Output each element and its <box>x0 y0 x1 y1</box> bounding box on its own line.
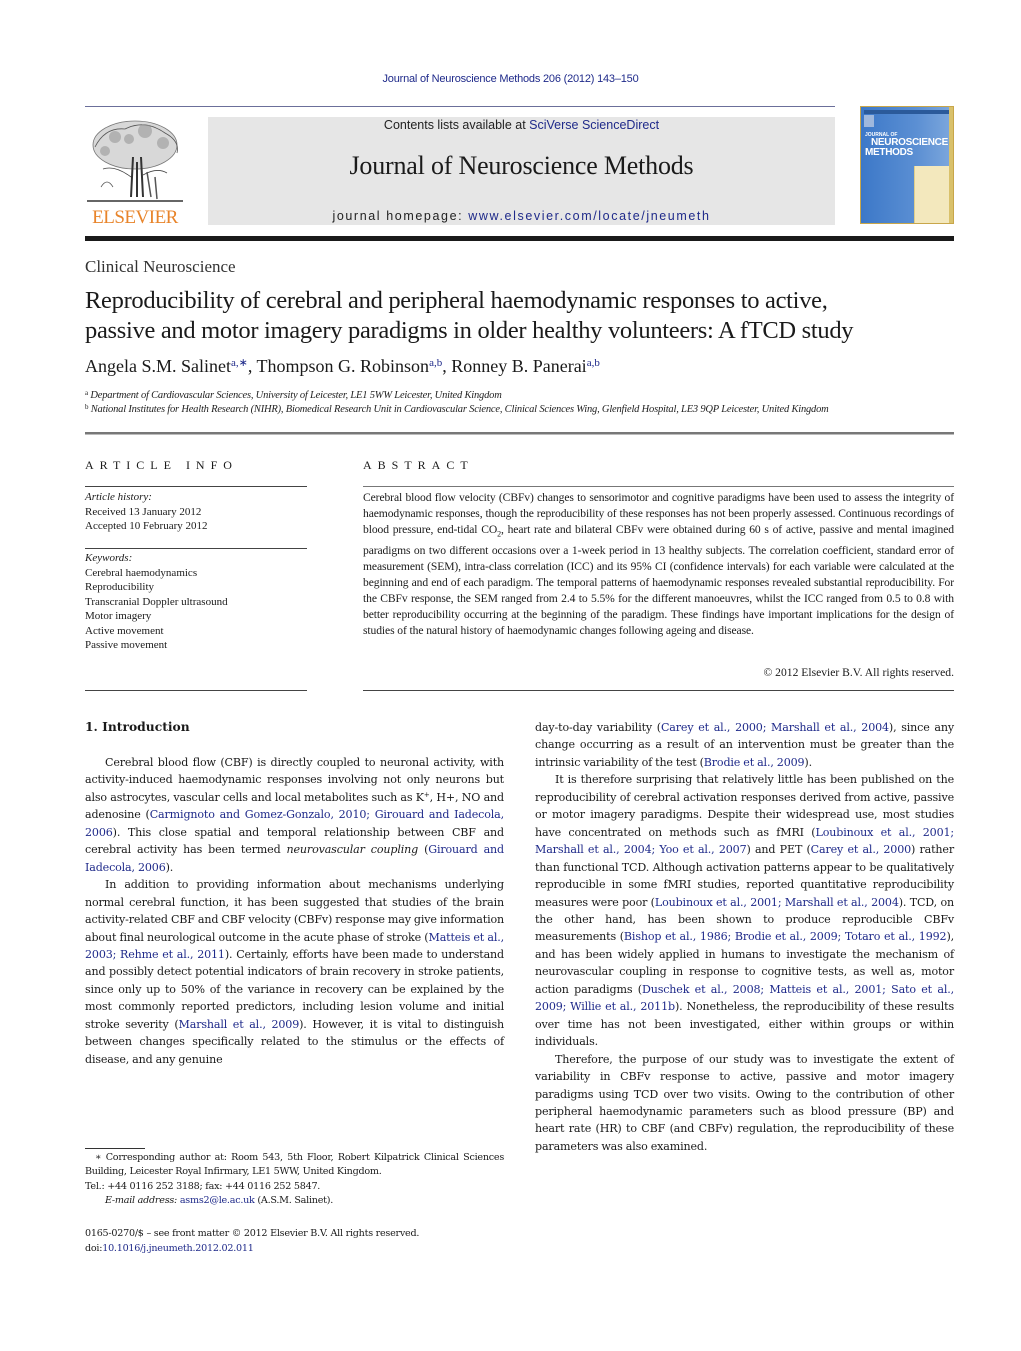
abstract-heading: ABSTRACT <box>363 458 474 472</box>
text: ). <box>165 860 174 874</box>
text: ( <box>418 843 429 857</box>
article-history: Article history: Received 13 January 201… <box>85 490 208 534</box>
elsevier-wordmark: ELSEVIER <box>92 207 178 228</box>
divider <box>363 486 954 487</box>
citation-link[interactable]: Loubinoux et al., 2001; Marshall et al.,… <box>655 896 899 909</box>
issn-line: 0165-0270/$ – see front matter © 2012 El… <box>85 1228 420 1239</box>
received-date: Received 13 January 2012 <box>85 505 202 518</box>
paragraph: Therefore, the purpose of our study was … <box>535 1052 954 1153</box>
introduction-heading: 1. Introduction <box>85 719 190 734</box>
abstract-copyright: © 2012 Elsevier B.V. All rights reserved… <box>763 666 954 679</box>
affiliation-text: Department of Cardiovascular Sciences, U… <box>90 390 502 401</box>
keyword-item: Reproducibility <box>85 581 155 593</box>
article-title: Reproducibility of cerebral and peripher… <box>85 286 960 346</box>
issn-block: 0165-0270/$ – see front matter © 2012 El… <box>85 1226 419 1256</box>
header-rule <box>85 106 835 107</box>
doi-line: doi:10.1016/j.jneumeth.2012.02.011 <box>85 1241 419 1256</box>
author-name[interactable]: Ronney B. Panerai <box>451 356 586 376</box>
body-column-left: Cerebral blood flow (CBF) is directly co… <box>85 754 504 1068</box>
keywords-label: Keywords: <box>85 552 133 564</box>
text: day-to-day variability ( <box>535 721 661 734</box>
corresponding-author-note: ∗ Corresponding author at: Room 543, 5th… <box>85 1152 504 1178</box>
cover-logo-icon <box>864 115 874 127</box>
affiliation-a: a Department of Cardiovascular Sciences,… <box>85 389 502 401</box>
footnote: ∗ Corresponding author at: Room 543, 5th… <box>85 1151 504 1209</box>
cover-panel <box>914 166 953 223</box>
keywords: Keywords: Cerebral haemodynamics Reprodu… <box>85 551 228 653</box>
divider <box>85 486 307 487</box>
divider <box>363 690 954 691</box>
cover-title-line3: METHODS <box>865 147 913 158</box>
affiliation-mark: b <box>85 403 89 411</box>
title-line-2: passive and motor imagery paradigms in o… <box>85 317 854 344</box>
homepage-link[interactable]: www.elsevier.com/locate/jneumeth <box>468 209 710 223</box>
text: ) and PET ( <box>746 843 811 857</box>
email-label: E-mail address: <box>105 1195 180 1207</box>
paragraph: In addition to providing information abo… <box>85 876 504 1068</box>
affiliation-mark: a <box>85 389 88 397</box>
keyword-item: Transcranial Doppler ultrasound <box>85 595 228 608</box>
author-separator: , <box>247 356 257 376</box>
title-line-1: Reproducibility of cerebral and peripher… <box>85 287 828 314</box>
citation-link[interactable]: Carey et al., 2000; Marshall et al., 200… <box>661 721 889 734</box>
running-header[interactable]: Journal of Neuroscience Methods 206 (201… <box>0 73 1021 85</box>
author-affil-mark[interactable]: a,b <box>429 357 442 369</box>
doi-link[interactable]: 10.1016/j.jneumeth.2012.02.011 <box>102 1243 254 1254</box>
email-suffix: (A.S.M. Salinet). <box>254 1195 334 1207</box>
keyword-item: Motor imagery <box>85 610 152 622</box>
emphasis: neurovascular coupling <box>286 843 419 857</box>
affiliation-text: National Institutes for Health Research … <box>90 404 829 415</box>
homepage-prefix: journal homepage: <box>332 209 469 223</box>
paragraph-continued: day-to-day variability (Carey et al., 20… <box>535 719 954 771</box>
citation-link[interactable]: Brodie et al., 2009 <box>704 756 805 769</box>
accepted-date: Accepted 10 February 2012 <box>85 520 208 532</box>
header-divider <box>85 432 954 435</box>
author-name[interactable]: Thompson G. Robinson <box>257 356 430 376</box>
paragraph: Cerebral blood flow (CBF) is directly co… <box>85 754 504 876</box>
paragraph: It is therefore surprising that relative… <box>535 771 954 1050</box>
divider <box>85 690 307 691</box>
author-affil-mark[interactable]: a,b <box>587 357 600 369</box>
contents-prefix: Contents lists available at <box>383 118 530 132</box>
author-affil-mark[interactable]: a,∗ <box>231 357 248 369</box>
citation-link[interactable]: Marshall et al., 2009 <box>179 1018 300 1031</box>
homepage-line: journal homepage: www.elsevier.com/locat… <box>208 209 835 223</box>
section-label: Clinical Neuroscience <box>85 257 236 276</box>
email-line: E-mail address: asms2@le.ac.uk (A.S.M. S… <box>85 1194 504 1208</box>
abstract-text-part: , heart rate and bilateral CBFv were obt… <box>363 523 954 638</box>
footnote-rule <box>85 1148 145 1149</box>
tree-icon <box>87 120 183 202</box>
journal-cover-image[interactable]: JOURNAL OF NEUROSCIENCE METHODS <box>860 106 954 224</box>
masthead: Contents lists available at SciVerse Sci… <box>208 117 835 225</box>
citation-link[interactable]: Carey et al., 2000 <box>811 843 912 856</box>
sciencedirect-link[interactable]: SciVerse ScienceDirect <box>529 118 659 132</box>
affiliation-b: b National Institutes for Health Researc… <box>85 403 829 415</box>
elsevier-logo[interactable]: ELSEVIER <box>85 117 185 229</box>
keyword-item: Passive movement <box>85 639 168 651</box>
author-name[interactable]: Angela S.M. Salinet <box>85 356 231 376</box>
email-link[interactable]: asms2@le.ac.uk <box>180 1195 255 1206</box>
text: ). <box>804 755 812 769</box>
keyword-item: Cerebral haemodynamics <box>85 566 198 579</box>
citation-link[interactable]: Bishop et al., 1986; Brodie et al., 2009… <box>624 930 947 943</box>
cover-spine <box>949 107 953 223</box>
author-list: Angela S.M. Salineta,∗, Thompson G. Robi… <box>85 356 600 377</box>
journal-name: Journal of Neuroscience Methods <box>349 151 694 180</box>
contact-phone: Tel.: +44 0116 252 3188; fax: +44 0116 2… <box>85 1180 321 1192</box>
masthead-rule <box>85 236 954 241</box>
article-info-heading: ARTICLE INFO <box>85 458 238 472</box>
doi-label: doi: <box>85 1243 103 1254</box>
abstract-text: Cerebral blood flow velocity (CBFv) chan… <box>363 490 954 639</box>
cover-band <box>864 110 950 114</box>
contents-line: Contents lists available at SciVerse Sci… <box>208 118 835 132</box>
author-separator: , <box>442 356 452 376</box>
divider <box>85 548 307 549</box>
body-column-right: day-to-day variability (Carey et al., 20… <box>535 719 954 1155</box>
history-label: Article history: <box>85 491 152 503</box>
keyword-item: Active movement <box>85 624 164 637</box>
